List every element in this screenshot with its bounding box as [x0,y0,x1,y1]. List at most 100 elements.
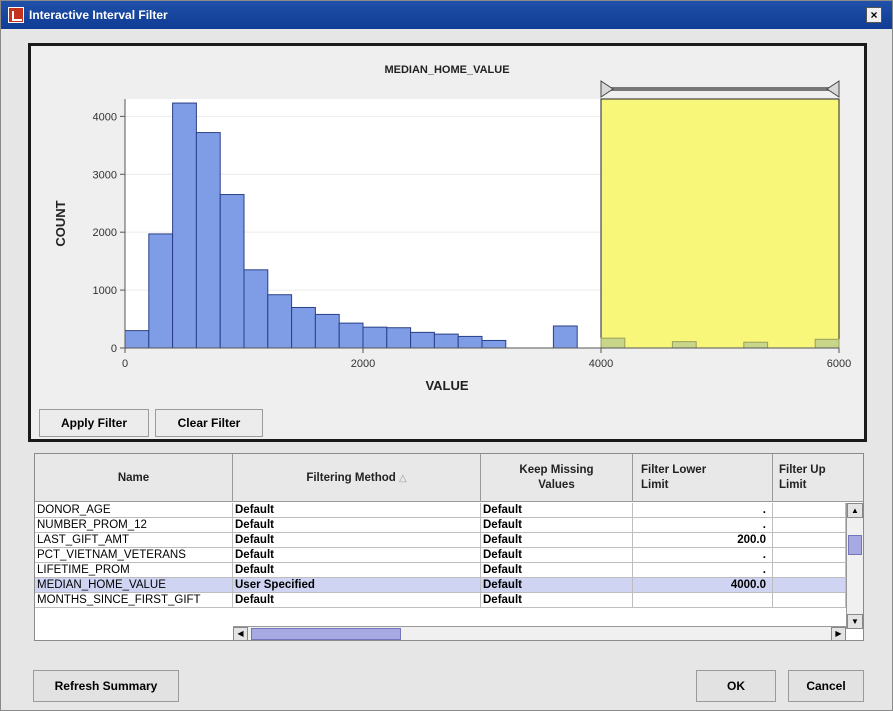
cell-method[interactable]: Default [233,503,481,518]
cell-upper[interactable] [773,593,846,608]
histogram-bar [124,330,150,349]
vertical-scroll-thumb[interactable] [848,535,862,555]
table-row[interactable]: LIFETIME_PROM Default Default. [35,563,846,578]
sort-ascending-icon: △ [398,472,407,484]
apply-filter-button[interactable]: Apply Filter [39,409,149,437]
cell-upper[interactable] [773,518,846,533]
histogram-bar [457,335,483,349]
histogram-panel: 0 1000 2000 3000 4000 0 2000 4000 6000 MEDIAN_HOM… [28,43,867,442]
histogram-bar [172,102,197,349]
cell-name[interactable]: DONOR_AGE [35,503,233,518]
cell-missing[interactable]: Default [481,533,633,548]
histogram-bar [814,338,840,349]
vertical-scrollbar[interactable]: ▲ ▼ [846,503,863,629]
table-row[interactable]: MEDIAN_HOME_VALUE User Specified Default 40… [35,578,846,593]
cell-missing[interactable]: Default [481,548,633,563]
x-tick-label: 6000 [827,358,851,370]
cancel-button[interactable]: Cancel [788,670,864,702]
cell-lower[interactable]: . [633,548,773,563]
scroll-right-icon[interactable]: ▶ [831,627,846,640]
slider-left-handle-icon[interactable] [600,80,614,98]
cell-name[interactable]: LAST_GIFT_AMT [35,533,233,548]
cell-lower[interactable]: . [633,503,773,518]
histogram-bar [291,306,316,349]
table-row[interactable]: MONTHS_SINCE_FIRST_GIFT Default Default [35,593,846,608]
y-axis-label: COUNT [53,200,68,246]
table-row[interactable]: PCT_VIETNAM_VETERANS Default Default. [35,548,846,563]
slider-right-handle-icon[interactable] [826,80,840,98]
cell-name[interactable]: PCT_VIETNAM_VETERANS [35,548,233,563]
cell-lower[interactable]: . [633,518,773,533]
cell-name[interactable]: LIFETIME_PROM [35,563,233,578]
cell-method[interactable]: Default [233,518,481,533]
cell-upper[interactable] [773,578,846,593]
close-button[interactable]: × [866,7,882,23]
cell-upper[interactable] [773,563,846,578]
histogram-bar [743,341,769,349]
histogram-bar [148,233,174,349]
histogram-bar [552,325,578,349]
cell-name[interactable]: MEDIAN_HOME_VALUE [35,578,233,593]
table-row[interactable]: NUMBER_PROM_12 Default Default. [35,518,846,533]
cell-method[interactable]: Default [233,593,481,608]
histogram-bar [410,331,435,349]
cell-name[interactable]: NUMBER_PROM_12 [35,518,233,533]
x-axis-label: VALUE [425,378,468,393]
histogram-bar [267,294,293,349]
table-row[interactable]: LAST_GIFT_AMT Default Default 200.0 [35,533,846,548]
histogram-bar [386,327,412,349]
scroll-down-icon[interactable]: ▼ [847,614,863,629]
x-tick-label: 4000 [589,358,613,370]
table-header: Name Filtering Method △ Keep Missing Val… [35,454,863,502]
cell-missing[interactable]: Default [481,563,633,578]
cell-lower[interactable]: 200.0 [633,533,773,548]
cell-lower[interactable]: . [633,563,773,578]
column-header-upper-limit[interactable]: Filter Up Limit [773,454,863,502]
cell-missing[interactable]: Default [481,518,633,533]
app-icon [8,7,24,23]
histogram-chart: 0 1000 2000 3000 4000 0 2000 4000 6000 MEDIAN_HOM… [53,64,851,393]
y-tick-label: 4000 [93,111,117,123]
cell-name[interactable]: MONTHS_SINCE_FIRST_GIFT [35,593,233,608]
x-tick-label: 2000 [351,358,375,370]
y-tick-label: 1000 [93,285,117,297]
clear-filter-button[interactable]: Clear Filter [155,409,263,437]
histogram-bar [243,269,269,349]
cell-lower[interactable]: 4000.0 [633,578,773,593]
refresh-summary-button[interactable]: Refresh Summary [33,670,179,702]
x-tick-label: 0 [122,358,128,370]
cell-upper[interactable] [773,503,846,518]
ok-button[interactable]: OK [696,670,776,702]
column-header-name[interactable]: Name [35,454,233,502]
column-header-filtering-method[interactable]: Filtering Method △ [233,454,481,502]
cell-upper[interactable] [773,548,846,563]
interactive-interval-filter-window: Interactive Interval Filter × 0 1000 2000 3… [0,0,893,711]
histogram-bar [314,313,340,349]
cell-method[interactable]: Default [233,548,481,563]
column-header-keep-missing[interactable]: Keep Missing Values [481,454,633,502]
horizontal-scrollbar[interactable]: ◀ ▶ [233,626,846,640]
chart-title: MEDIAN_HOME_VALUE [384,64,509,76]
cell-lower[interactable] [633,593,773,608]
column-header-lower-limit[interactable]: Filter Lower Limit [633,454,773,502]
histogram-bar [433,333,459,349]
cell-method[interactable]: Default [233,563,481,578]
scroll-up-icon[interactable]: ▲ [847,503,863,518]
cell-missing[interactable]: Default [481,593,633,608]
horizontal-scroll-thumb[interactable] [251,628,401,640]
cell-method[interactable]: User Specified [233,578,481,593]
histogram-bar [338,322,364,349]
y-tick-label: 2000 [93,227,117,239]
variables-table: Name Filtering Method △ Keep Missing Val… [34,453,864,641]
filter-region[interactable] [600,98,840,349]
window-title: Interactive Interval Filter [29,8,168,22]
histogram-bar [195,132,221,349]
cell-upper[interactable] [773,533,846,548]
cell-missing[interactable]: Default [481,578,633,593]
scroll-left-icon[interactable]: ◀ [233,627,248,640]
title-bar[interactable]: Interactive Interval Filter × [1,1,892,29]
y-tick-label: 0 [111,343,117,355]
cell-missing[interactable]: Default [481,503,633,518]
table-row[interactable]: DONOR_AGE Default Default. [35,503,846,518]
cell-method[interactable]: Default [233,533,481,548]
